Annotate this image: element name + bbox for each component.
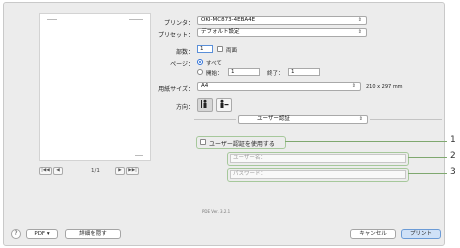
page-indicator: 1/1 xyxy=(91,168,100,174)
print-dialog: |◀◀ ◀ 1/1 ▶ ▶▶| プリンタ： OKI-MC873-4EBA4E ⇕… xyxy=(3,2,445,246)
portrait-figure-icon xyxy=(201,99,207,108)
callout-line-2 xyxy=(408,157,447,158)
portrait-orientation-icon[interactable] xyxy=(197,98,213,112)
duplex-label: 両面 xyxy=(226,48,238,54)
pages-from-label: 開始： xyxy=(206,71,223,77)
popup-arrow-icon: ⇕ xyxy=(358,116,363,122)
print-button[interactable]: プリント xyxy=(401,229,441,239)
paper-size-value: A4 xyxy=(201,83,209,89)
duplex-checkbox[interactable] xyxy=(217,46,223,52)
preset-select[interactable]: デフォルト設定 ⇕ xyxy=(197,28,367,37)
pde-version: PDE Ver. 3.2.1 xyxy=(202,209,231,214)
pdf-menu-button[interactable]: PDF ▾ xyxy=(26,229,58,239)
pages-range-radio[interactable] xyxy=(197,69,203,75)
landscape-figure-icon xyxy=(220,99,229,108)
pages-to-input[interactable]: 1 xyxy=(288,68,320,76)
preview-header-left xyxy=(47,19,57,20)
landscape-orientation-icon[interactable] xyxy=(216,98,232,112)
first-page-button[interactable]: |◀◀ xyxy=(39,167,52,175)
copies-label: 部数： xyxy=(175,49,194,56)
popup-arrow-icon: ⇕ xyxy=(357,29,362,35)
callout-number-1: 1 xyxy=(450,135,456,145)
preset-label: プリセット： xyxy=(157,32,194,39)
copies-input[interactable]: 1 xyxy=(197,45,213,53)
last-page-button[interactable]: ▶▶| xyxy=(126,167,139,175)
paper-dimensions: 210 x 297 mm xyxy=(366,84,403,90)
callout-line-3 xyxy=(408,173,447,174)
callout-number-3: 3 xyxy=(450,167,456,177)
cancel-button[interactable]: キャンセル xyxy=(350,229,396,239)
section-value: ユーザー認証 xyxy=(257,116,290,122)
pages-to-label: 終了： xyxy=(267,71,284,77)
paper-size-label: 用紙サイズ： xyxy=(158,86,194,93)
pages-from-input[interactable]: 1 xyxy=(228,68,260,76)
popup-arrow-icon: ⇕ xyxy=(351,83,356,89)
paper-size-select[interactable]: A4 ⇕ xyxy=(197,82,361,91)
preset-value: デフォルト設定 xyxy=(201,29,240,35)
password-field[interactable]: パスワード： xyxy=(230,170,406,179)
pages-all-label: すべて xyxy=(206,61,222,67)
prev-page-button[interactable]: ◀ xyxy=(53,167,63,175)
username-field[interactable]: ユーザー名： xyxy=(230,154,406,163)
section-separator-left xyxy=(194,119,236,120)
callout-line-1 xyxy=(285,141,447,142)
use-auth-checkbox[interactable] xyxy=(200,139,206,145)
hide-details-button[interactable]: 詳細を隠す xyxy=(65,229,121,239)
orientation-label: 方向： xyxy=(175,104,194,111)
preview-pager: |◀◀ ◀ 1/1 ▶ ▶▶| xyxy=(39,167,151,177)
preview-footer xyxy=(135,155,143,156)
section-select[interactable]: ユーザー認証 ⇕ xyxy=(238,115,368,124)
pages-all-radio[interactable] xyxy=(197,59,203,65)
popup-arrow-icon: ⇕ xyxy=(357,17,362,23)
printer-select[interactable]: OKI-MC873-4EBA4E ⇕ xyxy=(197,16,367,25)
printer-value: OKI-MC873-4EBA4E xyxy=(201,17,256,23)
printer-label: プリンタ： xyxy=(163,20,194,27)
callout-number-2: 2 xyxy=(450,151,456,161)
use-auth-label: ユーザー認証を使用する xyxy=(209,141,275,148)
pages-label: ページ： xyxy=(170,61,194,68)
section-separator-right xyxy=(370,119,442,120)
help-button[interactable]: ? xyxy=(11,229,21,239)
next-page-button[interactable]: ▶ xyxy=(115,167,125,175)
